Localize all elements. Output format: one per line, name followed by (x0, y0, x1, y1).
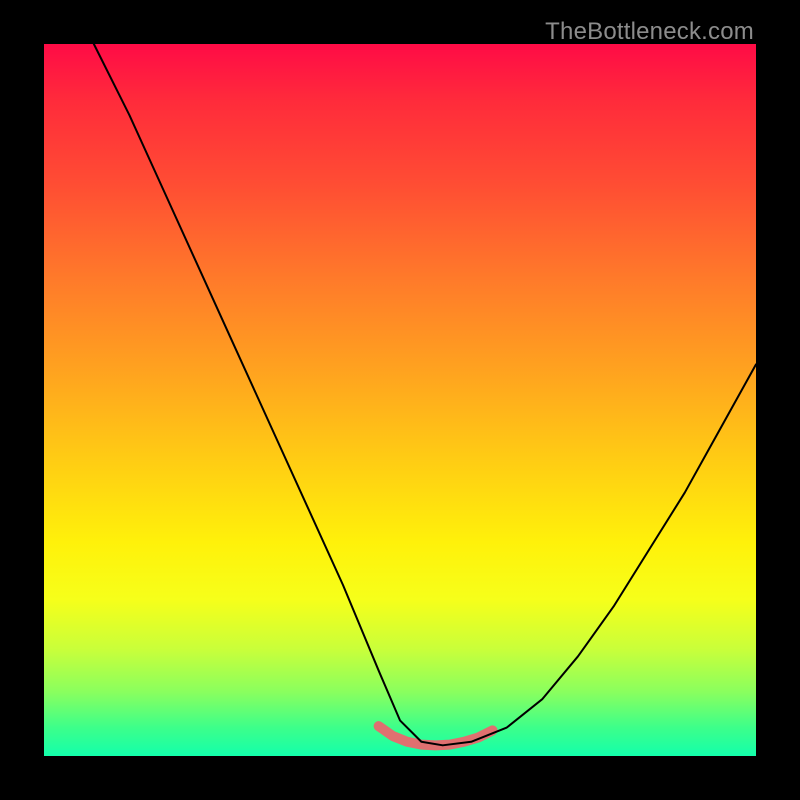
main-curve (94, 44, 756, 745)
chart-frame: TheBottleneck.com (0, 0, 800, 800)
hump-curve (379, 726, 493, 745)
watermark-text: TheBottleneck.com (545, 18, 754, 46)
plot-area (44, 44, 756, 756)
curve-layer (44, 44, 756, 756)
